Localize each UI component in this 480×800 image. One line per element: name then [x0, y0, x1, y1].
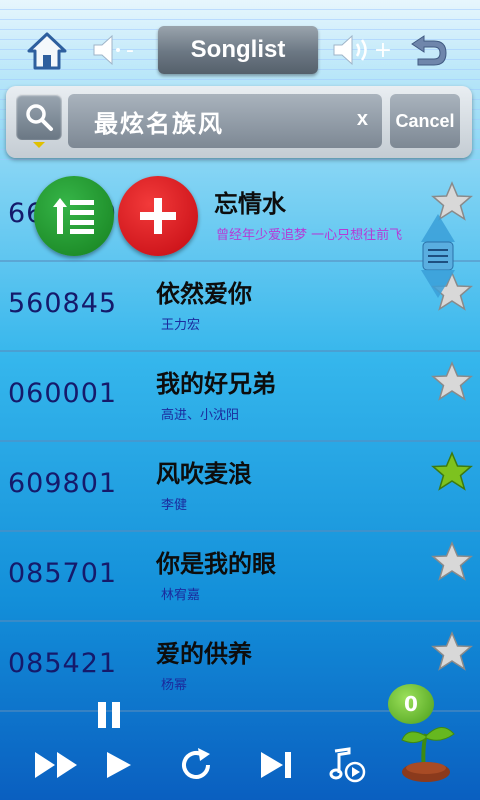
back-arrow-icon — [411, 35, 447, 66]
page-title: Songlist — [158, 26, 318, 74]
fast-forward-button[interactable] — [30, 738, 84, 792]
star-icon[interactable] — [430, 360, 474, 404]
song-code: 085421 — [8, 648, 118, 679]
song-artist: 曾经年少爱追梦 一心只想往前飞 — [216, 228, 403, 243]
search-dropdown-indicator — [33, 142, 45, 148]
song-row[interactable]: 085701 你是我的眼 林宥嘉 — [0, 530, 480, 622]
music-mode-button[interactable] — [326, 738, 370, 792]
song-artist: 李健 — [161, 498, 188, 513]
pause-icon — [98, 702, 120, 728]
search-button[interactable] — [16, 94, 62, 140]
song-code: 560845 — [8, 288, 118, 319]
song-title: 依然爱你 — [156, 280, 252, 308]
song-title: 爱的供养 — [156, 640, 252, 668]
song-title: 忘情水 — [214, 190, 286, 218]
home-button[interactable] — [26, 30, 68, 72]
song-code: 609801 — [8, 468, 118, 499]
replay-button[interactable] — [174, 738, 218, 792]
play-icon — [107, 752, 131, 778]
add-icon — [140, 198, 176, 234]
search-input[interactable]: 最炫名族风 x — [68, 94, 382, 148]
clear-search-button[interactable]: x — [357, 108, 370, 131]
song-row[interactable]: 560845 依然爱你 王力宏 — [0, 260, 480, 352]
skip-next-icon — [261, 752, 291, 778]
search-bar: 最炫名族风 x Cancel — [6, 86, 472, 158]
scroll-handle-icon — [421, 214, 455, 298]
song-artist: 王力宏 — [161, 318, 201, 333]
song-title: 你是我的眼 — [156, 550, 276, 578]
volume-down-label: - — [126, 37, 134, 63]
star-icon[interactable] — [430, 630, 474, 674]
music-play-icon — [329, 747, 366, 783]
fast-forward-icon — [35, 752, 77, 778]
sprout-icon — [401, 727, 455, 782]
cancel-button[interactable]: Cancel — [390, 94, 460, 148]
home-icon — [27, 32, 67, 70]
search-input-value: 最炫名族风 — [94, 109, 224, 138]
add-to-playlist-button[interactable] — [118, 176, 198, 256]
song-row[interactable]: 609801 风吹麦浪 李健 — [0, 440, 480, 532]
song-code: 060001 — [8, 378, 118, 409]
song-code: 085701 — [8, 558, 118, 589]
volume-up-button[interactable]: + — [328, 32, 396, 68]
skip-next-button[interactable] — [254, 738, 298, 792]
volume-down-button[interactable]: - — [86, 32, 140, 68]
volume-up-label: + — [373, 37, 393, 63]
song-title: 风吹麦浪 — [156, 460, 252, 488]
volume-up-icon — [333, 34, 367, 66]
song-title: 我的好兄弟 — [156, 370, 276, 398]
volume-down-icon — [93, 34, 121, 66]
playlist-counter[interactable]: 0 — [388, 682, 464, 784]
song-artist: 林宥嘉 — [161, 588, 201, 603]
star-icon[interactable] — [430, 540, 474, 584]
back-button[interactable] — [404, 32, 452, 70]
scroll-handle[interactable] — [419, 212, 457, 300]
queue-top-button[interactable] — [34, 176, 114, 256]
search-icon — [26, 104, 53, 131]
star-icon-favorite[interactable] — [430, 450, 474, 494]
song-row[interactable]: 060001 我的好兄弟 高进、小沈阳 — [0, 350, 480, 442]
song-artist: 高进、小沈阳 — [161, 408, 240, 423]
song-artist: 杨幂 — [161, 678, 188, 693]
replay-icon — [182, 748, 210, 779]
pause-button[interactable] — [92, 698, 126, 732]
queue-top-icon — [53, 198, 94, 234]
play-button[interactable] — [98, 738, 138, 792]
